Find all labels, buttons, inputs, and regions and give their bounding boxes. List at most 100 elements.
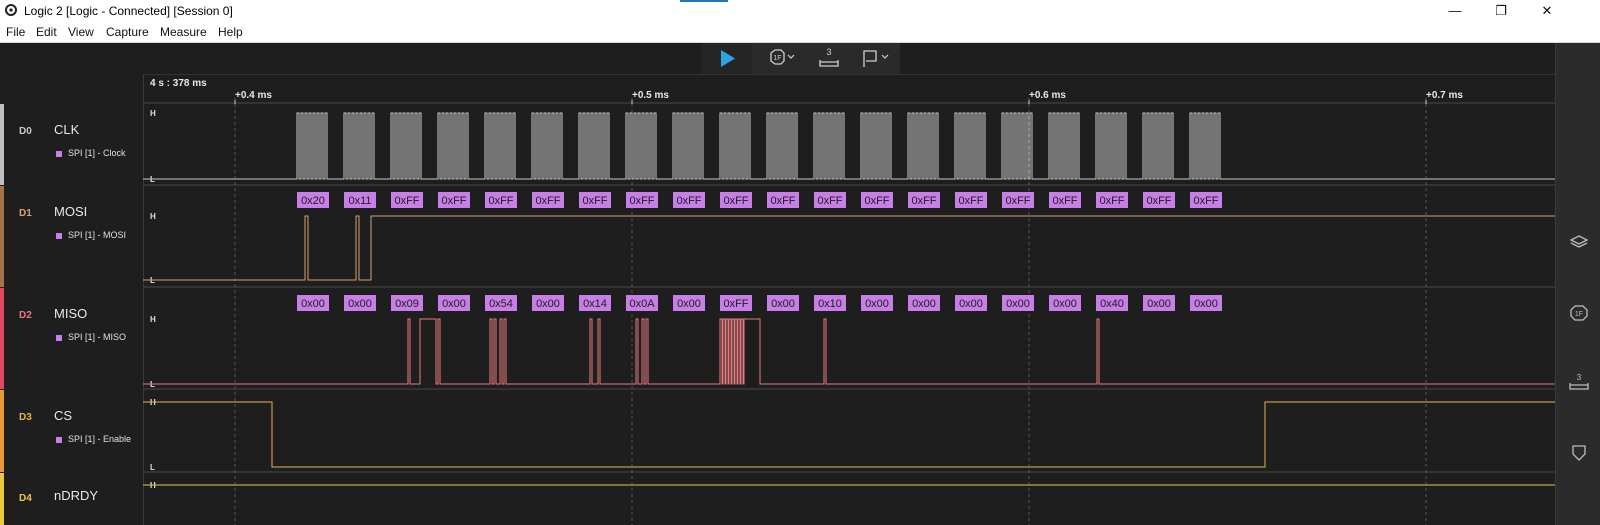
mosi-byte[interactable]: 0xFF: [720, 192, 752, 208]
mosi-waveform: [143, 215, 1555, 281]
timeline-grid: [143, 98, 1555, 525]
mosi-byte[interactable]: 0x11: [344, 192, 376, 208]
mosi-byte[interactable]: 0x20: [297, 192, 329, 208]
spi-byte-value: 0xFF: [723, 195, 748, 207]
waveform-area[interactable]: 4 s : 378 ms +0.4 ms +0.5 ms +0.6 ms +0.7 ms…: [0, 0, 1555, 525]
level-high-label: H: [150, 212, 156, 221]
right-sidebar: 1F 3: [1555, 43, 1600, 525]
miso-byte[interactable]: 0x00: [532, 295, 564, 311]
spi-byte-value: 0xFF: [488, 195, 513, 207]
spi-byte-value: 0xFF: [394, 195, 419, 207]
level-low-label: L: [150, 463, 155, 472]
spi-byte-value: 0xFF: [958, 195, 983, 207]
measure-icon[interactable]: 3: [1568, 372, 1590, 394]
spi-byte-value: 0xFF: [911, 195, 936, 207]
spi-byte-value: 0xFF: [676, 195, 701, 207]
spi-byte-value: 0x00: [865, 298, 889, 310]
spi-byte-value: 0x09: [395, 298, 419, 310]
mosi-byte[interactable]: 0xFF: [673, 192, 705, 208]
miso-byte[interactable]: 0x09: [391, 295, 423, 311]
miso-byte[interactable]: 0x0A: [626, 295, 658, 311]
miso-byte[interactable]: 0x00: [1190, 295, 1222, 311]
spi-byte-value: 0xFF: [629, 195, 654, 207]
measure-badge: 3: [1577, 373, 1582, 382]
channel-levels-clk: HL: [150, 109, 156, 184]
spi-byte-value: 0x00: [1194, 298, 1218, 310]
spi-byte-value: 0x00: [677, 298, 701, 310]
timeline-origin: 4 s : 378 ms: [150, 78, 207, 89]
miso-byte[interactable]: 0x00: [1002, 295, 1034, 311]
miso-byte[interactable]: 0x00: [908, 295, 940, 311]
spi-byte-value: 0xFF: [817, 195, 842, 207]
time-tick-label: +0.5 ms: [632, 90, 669, 101]
spi-byte-value: 0x54: [489, 298, 513, 310]
miso-byte[interactable]: 0x00: [438, 295, 470, 311]
spi-decodes: 0x20 0x11 0xFF 0xFF 0xFF 0xFF 0xFF 0xFF 0xFF 0xFF…: [297, 192, 1222, 311]
spi-byte-value: 0xFF: [582, 195, 607, 207]
miso-byte[interactable]: 0x00: [767, 295, 799, 311]
time-tick-label: +0.7 ms: [1426, 90, 1463, 101]
layers-icon[interactable]: [1568, 231, 1590, 253]
mosi-byte[interactable]: 0xFF: [955, 192, 987, 208]
spi-byte-value: 0x00: [1006, 298, 1030, 310]
miso-byte[interactable]: 0x00: [297, 295, 329, 311]
channel-levels-mosi: HL: [150, 212, 156, 285]
spi-byte-value: 0x00: [1147, 298, 1171, 310]
mosi-byte[interactable]: 0xFF: [485, 192, 517, 208]
spi-byte-value: 0x00: [959, 298, 983, 310]
mosi-byte[interactable]: 0xFF: [626, 192, 658, 208]
analyzer-hex-icon[interactable]: 1F: [1568, 302, 1590, 324]
spi-byte-value: 0x00: [536, 298, 560, 310]
miso-byte[interactable]: 0x00: [861, 295, 893, 311]
spi-byte-value: 0x00: [912, 298, 936, 310]
spi-byte-value: 0x40: [1100, 298, 1124, 310]
spi-byte-value: 0x0A: [629, 298, 655, 310]
spi-byte-value: 0xFF: [864, 195, 889, 207]
mosi-byte[interactable]: 0xFF: [438, 192, 470, 208]
mosi-byte[interactable]: 0xFF: [767, 192, 799, 208]
spi-byte-value: 0xFF: [1146, 195, 1171, 207]
time-tick-label: +0.4 ms: [235, 90, 272, 101]
spi-byte-value: 0x00: [301, 298, 325, 310]
mosi-byte[interactable]: 0xFF: [1096, 192, 1128, 208]
spi-byte-value: 0x00: [348, 298, 372, 310]
mosi-byte[interactable]: 0xFF: [391, 192, 423, 208]
miso-byte[interactable]: 0x00: [1143, 295, 1175, 311]
miso-byte[interactable]: 0x54: [485, 295, 517, 311]
mosi-byte[interactable]: 0xFF: [1002, 192, 1034, 208]
miso-byte[interactable]: 0x10: [814, 295, 846, 311]
miso-byte[interactable]: 0x00: [1049, 295, 1081, 311]
spi-byte-value: 0xFF: [441, 195, 466, 207]
spi-byte-value: 0xFF: [1005, 195, 1030, 207]
mosi-byte[interactable]: 0xFF: [1143, 192, 1175, 208]
mosi-byte[interactable]: 0xFF: [814, 192, 846, 208]
spi-byte-value: 0x00: [771, 298, 795, 310]
spi-byte-value: 0xFF: [535, 195, 560, 207]
cs-waveform: [143, 401, 1555, 468]
miso-byte[interactable]: 0x14: [579, 295, 611, 311]
level-high-label: H: [150, 315, 156, 324]
clk-waveform: [143, 112, 1555, 180]
miso-byte[interactable]: 0x40: [1096, 295, 1128, 311]
spi-byte-value: 0x20: [301, 195, 325, 207]
mosi-byte[interactable]: 0xFF: [532, 192, 564, 208]
mosi-byte[interactable]: 0xFF: [579, 192, 611, 208]
spi-byte-value: 0xFF: [1193, 195, 1218, 207]
mosi-byte[interactable]: 0xFF: [1049, 192, 1081, 208]
spi-byte-value: 0x11: [348, 195, 371, 207]
marker-icon[interactable]: [1568, 442, 1590, 464]
miso-byte[interactable]: 0x00: [955, 295, 987, 311]
analyzer-badge: 1F: [1575, 311, 1583, 318]
miso-byte[interactable]: 0xFF: [720, 295, 752, 311]
miso-waveform: [143, 318, 1555, 385]
level-high-label: H: [150, 109, 156, 118]
channel-levels-miso: HL: [150, 315, 156, 389]
miso-byte[interactable]: 0x00: [673, 295, 705, 311]
mosi-byte[interactable]: 0xFF: [861, 192, 893, 208]
miso-byte[interactable]: 0x00: [344, 295, 376, 311]
mosi-byte[interactable]: 0xFF: [1190, 192, 1222, 208]
spi-byte-value: 0xFF: [1052, 195, 1077, 207]
time-ruler: 4 s : 378 ms +0.4 ms +0.5 ms +0.6 ms +0.7 ms: [150, 78, 1463, 104]
mosi-byte[interactable]: 0xFF: [908, 192, 940, 208]
spi-byte-value: 0x00: [442, 298, 466, 310]
